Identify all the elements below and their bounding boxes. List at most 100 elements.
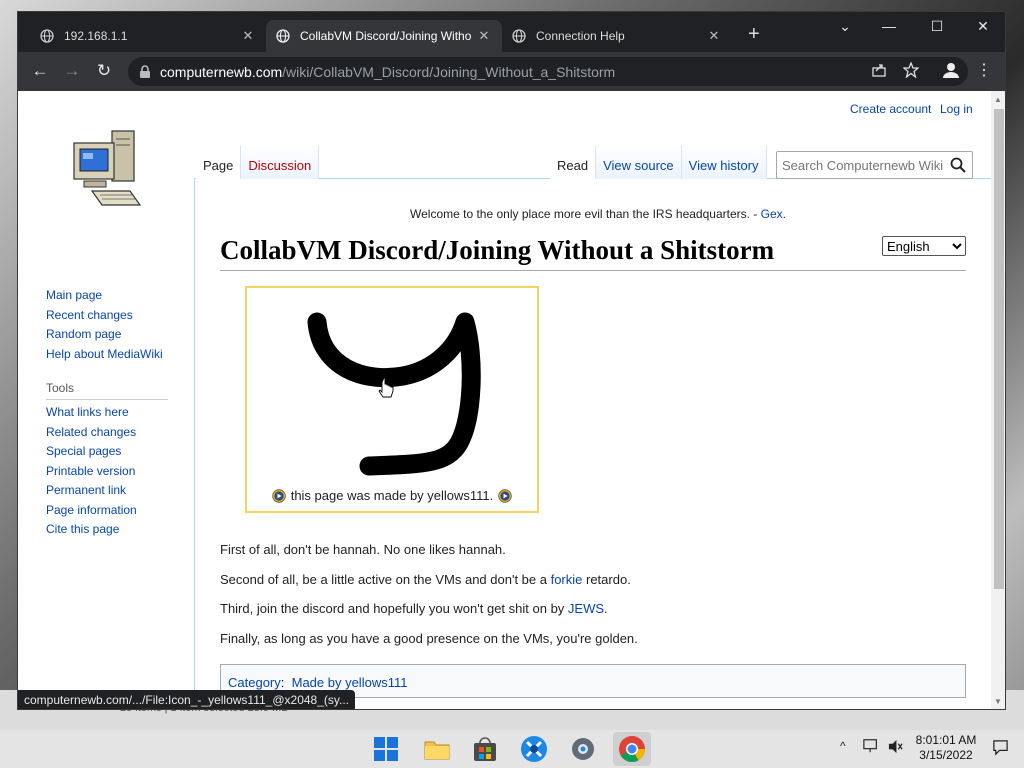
nav-link-recent-changes[interactable]: Recent changes [46, 306, 163, 326]
forward-button[interactable]: → [60, 61, 84, 81]
wiki-page: Create account Log in Main page Recent c… [18, 91, 991, 709]
close-tab-icon[interactable]: ✕ [240, 28, 256, 44]
image-caption: this page was made by yellows111. [247, 488, 537, 503]
tools-portal: What links here Related changes Special … [46, 403, 137, 540]
tab-title: 192.168.1.1 [64, 29, 128, 43]
search-icon[interactable] [950, 157, 966, 173]
forkie-link[interactable]: forkie [551, 572, 583, 587]
tools-link-printable-version[interactable]: Printable version [46, 462, 137, 482]
tools-link-page-information[interactable]: Page information [46, 501, 137, 521]
view-tabs: Read View source View history [550, 146, 767, 179]
play-icon[interactable] [498, 488, 512, 503]
url-path: /wiki/CollabVM_Discord/Joining_Without_a… [282, 63, 616, 80]
reload-button[interactable]: ↻ [92, 61, 116, 81]
tools-link-related-changes[interactable]: Related changes [46, 423, 137, 443]
paragraph-1: First of all, don't be hannah. No one li… [220, 542, 506, 557]
tab-view-history[interactable]: View history [681, 146, 767, 179]
file-explorer-icon[interactable] [422, 734, 452, 764]
tab-collabvm-discord[interactable]: CollabVM Discord/Joining Witho ✕ [266, 20, 502, 52]
site-notice: Welcome to the only place more evil than… [218, 207, 978, 221]
back-button[interactable]: ← [28, 61, 52, 81]
tab-search-icon[interactable]: ⌄ [830, 18, 860, 35]
link-status-bubble: computernewb.com/.../File:Icon_-_yellows… [18, 690, 355, 709]
maximize-button[interactable]: ☐ [922, 18, 952, 35]
tools-link-what-links-here[interactable]: What links here [46, 403, 137, 423]
new-tab-button[interactable]: + [748, 24, 760, 44]
paragraph-3-end: . [604, 601, 608, 616]
page-title: CollabVM Discord/Joining Without a Shits… [220, 235, 966, 271]
share-icon[interactable] [871, 62, 887, 78]
site-notice-text: Welcome to the only place more evil than… [410, 207, 761, 221]
nav-link-main-page[interactable]: Main page [46, 286, 163, 306]
paragraph-3: Third, join the discord and hopefully yo… [220, 601, 608, 616]
tab-router[interactable]: 192.168.1.1 ✕ [30, 20, 266, 52]
play-icon[interactable] [272, 488, 286, 503]
image-caption-text: this page was made by yellows111. [290, 488, 494, 503]
wiki-logo[interactable] [68, 129, 146, 215]
site-notice-end: . [782, 207, 786, 221]
volume-muted-icon[interactable] [888, 739, 903, 754]
lock-icon[interactable] [138, 64, 152, 79]
tools-link-special-pages[interactable]: Special pages [46, 442, 137, 462]
chrome-icon [619, 736, 646, 763]
paragraph-4: Finally, as long as you have a good pres… [220, 631, 638, 646]
chrome-taskbar-button[interactable] [613, 732, 651, 766]
create-account-link[interactable]: Create account [850, 102, 931, 116]
app-icon[interactable] [519, 734, 549, 764]
scroll-up-arrow[interactable]: ▲ [994, 95, 1002, 104]
tab-page[interactable]: Page [196, 146, 242, 179]
nav-link-random-page[interactable]: Random page [46, 325, 163, 345]
store-icon[interactable] [470, 734, 500, 764]
clock-date: 3/15/2022 [919, 748, 973, 762]
namespace-tabs: Page Discussion [196, 146, 320, 179]
tab-read[interactable]: Read [550, 146, 597, 179]
close-tab-icon[interactable]: ✕ [476, 28, 492, 44]
tools-heading: Tools [46, 381, 168, 400]
tab-view-source[interactable]: View source [596, 146, 682, 179]
start-icon[interactable] [371, 734, 401, 764]
globe-icon [276, 29, 290, 43]
tray-overflow-icon[interactable]: ^ [840, 739, 846, 753]
globe-icon [512, 29, 526, 43]
jews-link[interactable]: JEWS [568, 601, 604, 616]
paragraph-2-start: Second of all, be a little active on the… [220, 572, 551, 587]
login-link[interactable]: Log in [940, 102, 973, 116]
scroll-thumb[interactable] [994, 109, 1004, 589]
paragraph-2: Second of all, be a little active on the… [220, 572, 631, 587]
category-separator: : [280, 675, 285, 690]
address-bar[interactable]: computernewb.com/wiki/CollabVM_Discord/J… [128, 57, 968, 86]
bookmark-star-icon[interactable] [903, 62, 919, 78]
search-input[interactable] [782, 157, 950, 173]
taskbar: ^ 8:01:01 AM 3/15/2022 [0, 730, 1024, 768]
close-tab-icon[interactable]: ✕ [706, 28, 722, 44]
tools-link-cite-this-page[interactable]: Cite this page [46, 520, 137, 540]
search-box[interactable] [776, 151, 973, 179]
nav-link-help[interactable]: Help about MediaWiki [46, 345, 163, 365]
browser-menu-icon[interactable]: ⋮ [976, 60, 992, 80]
globe-icon [40, 29, 54, 43]
close-window-button[interactable]: ✕ [968, 18, 998, 35]
tab-discussion[interactable]: Discussion [241, 146, 320, 179]
language-select[interactable]: English [882, 236, 966, 256]
network-icon[interactable] [862, 738, 880, 754]
category-made-by-yellows111-link[interactable]: Made by yellows111 [292, 675, 408, 690]
browser-window: 192.168.1.1 ✕ CollabVM Discord/Joining W… [17, 11, 1006, 710]
tab-title: Connection Help [536, 29, 625, 43]
gex-link[interactable]: Gex [761, 207, 783, 221]
clock-time: 8:01:01 AM [915, 733, 977, 747]
tab-connection-help[interactable]: Connection Help ✕ [502, 20, 732, 52]
navigation-portal: Main page Recent changes Random page Hel… [46, 286, 163, 364]
profile-icon[interactable] [942, 61, 960, 79]
handwritten-y-image[interactable] [247, 288, 537, 511]
tab-bar: 192.168.1.1 ✕ CollabVM Discord/Joining W… [18, 12, 1005, 52]
settings-gear-icon[interactable] [568, 734, 598, 764]
tools-link-permanent-link[interactable]: Permanent link [46, 481, 137, 501]
categories-link[interactable]: Category [228, 675, 281, 690]
browser-toolbar: ← → ↻ computernewb.com/wiki/CollabVM_Dis… [18, 52, 1005, 91]
minimize-button[interactable]: — [874, 18, 904, 34]
image-frame: this page was made by yellows111. [245, 286, 539, 513]
notification-icon[interactable] [992, 739, 1009, 756]
system-clock[interactable]: 8:01:01 AM 3/15/2022 [910, 733, 982, 763]
page-scrollbar[interactable]: ▲ ▼ [991, 91, 1005, 709]
scroll-down-arrow[interactable]: ▼ [994, 697, 1002, 706]
